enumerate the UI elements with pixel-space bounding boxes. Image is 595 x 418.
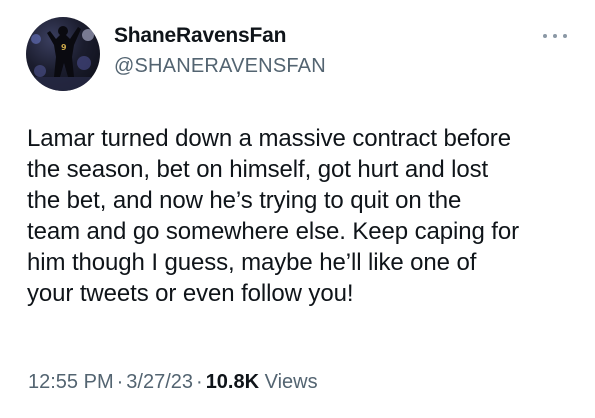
meta-separator: · bbox=[196, 371, 203, 393]
tweet-text-line: the season, bet on himself, got hurt and… bbox=[27, 156, 489, 183]
tweet-text-line: the bet, and now he’s trying to quit on … bbox=[27, 187, 462, 214]
dot-icon bbox=[563, 34, 567, 38]
author-display-name[interactable]: ShaneRavensFan bbox=[114, 24, 286, 48]
author-handle[interactable]: @SHANERAVENSFAN bbox=[114, 55, 326, 78]
tweet-text-line: Lamar turned down a massive contract bef… bbox=[27, 125, 511, 152]
dot-icon bbox=[553, 34, 557, 38]
author-avatar[interactable]: 9 bbox=[26, 17, 100, 91]
more-options-icon[interactable] bbox=[541, 30, 569, 42]
tweet-text-line: your tweets or even follow you! bbox=[27, 280, 354, 307]
tweet-meta: 12:55 PM · 3/27/23 · 10.8K Views bbox=[28, 371, 318, 394]
tweet-text-line: him though I guess, maybe he’ll like one… bbox=[27, 249, 477, 276]
tweet-text: Lamar turned down a massive contract bef… bbox=[27, 123, 577, 309]
views-label: Views bbox=[264, 371, 318, 393]
avatar-photo-icon: 9 bbox=[26, 26, 100, 91]
views-count[interactable]: 10.8K bbox=[206, 371, 259, 393]
tweet-text-line: team and go somewhere else. Keep caping … bbox=[27, 218, 520, 245]
tweet-time[interactable]: 12:55 PM bbox=[28, 371, 114, 393]
tweet-card: 9 ShaneRavensFan @SHANERAVENSFAN Lamar t… bbox=[0, 0, 595, 418]
avatar-jersey-icon: 9 bbox=[61, 43, 67, 52]
dot-icon bbox=[543, 34, 547, 38]
tweet-date[interactable]: 3/27/23 bbox=[126, 371, 193, 393]
meta-separator: · bbox=[116, 371, 124, 393]
